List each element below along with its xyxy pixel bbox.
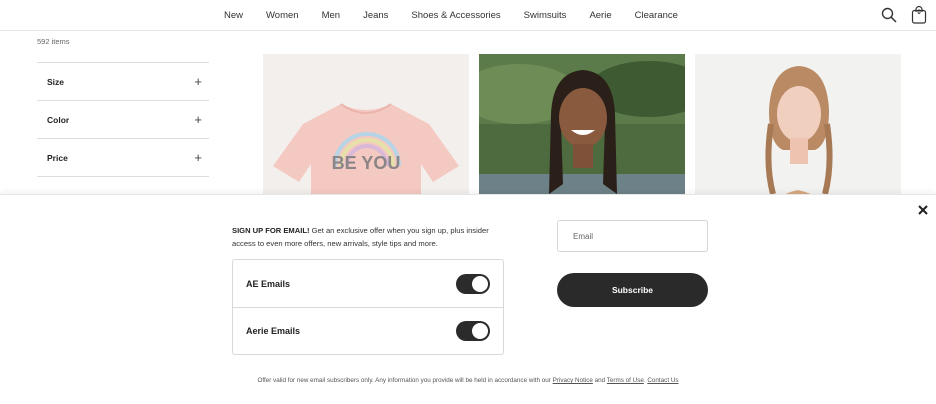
nav-item-women[interactable]: Women xyxy=(266,10,299,21)
email-signup-overlay: SIGN UP FOR EMAIL! Get an exclusive offe… xyxy=(0,194,936,404)
close-icon[interactable] xyxy=(916,203,930,217)
nav-item-men[interactable]: Men xyxy=(322,10,340,21)
tee-print-text: BE YOU xyxy=(332,153,401,173)
top-navigation: New Women Men Jeans Shoes & Accessories … xyxy=(0,0,936,31)
nav-item-swimsuits[interactable]: Swimsuits xyxy=(524,10,567,21)
nav-item-new[interactable]: New xyxy=(224,10,243,21)
toggle-row-ae: AE Emails xyxy=(233,260,503,307)
subscribe-button[interactable]: Subscribe xyxy=(557,273,708,307)
signup-heading: SIGN UP FOR EMAIL! xyxy=(232,226,310,235)
nav-item-shoes-accessories[interactable]: Shoes & Accessories xyxy=(411,10,500,21)
nav-item-aerie[interactable]: Aerie xyxy=(589,10,611,21)
ae-emails-toggle[interactable] xyxy=(456,273,490,294)
nav-item-jeans[interactable]: Jeans xyxy=(363,10,388,21)
plus-icon: + xyxy=(194,150,202,165)
toggle-knob xyxy=(472,275,488,292)
legal-disclaimer: Offer valid for new email subscribers on… xyxy=(0,377,936,384)
shopping-bag-icon[interactable]: 0 xyxy=(910,6,928,24)
plus-icon: + xyxy=(194,74,202,89)
bag-count-badge: 0 xyxy=(917,10,921,16)
filter-color[interactable]: Color + xyxy=(37,101,209,139)
legal-text: Offer valid for new email subscribers on… xyxy=(257,377,553,384)
item-count: 592 items xyxy=(37,37,70,46)
plus-icon: + xyxy=(194,112,202,127)
filter-size[interactable]: Size + xyxy=(37,63,209,101)
nav-menu: New Women Men Jeans Shoes & Accessories … xyxy=(224,10,701,21)
search-icon[interactable] xyxy=(880,6,898,24)
signup-description: SIGN UP FOR EMAIL! Get an exclusive offe… xyxy=(232,225,507,250)
filter-label: Price xyxy=(47,152,68,163)
contact-us-link[interactable]: Contact Us xyxy=(647,377,678,384)
filter-price[interactable]: Price + xyxy=(37,139,209,177)
legal-and: and xyxy=(592,377,607,384)
filter-label: Color xyxy=(47,114,70,125)
toggle-label: Aerie Emails xyxy=(246,326,301,336)
toggle-label: AE Emails xyxy=(246,278,291,289)
terms-of-use-link[interactable]: Terms of Use xyxy=(607,377,644,384)
email-preferences: AE Emails Aerie Emails xyxy=(232,259,504,355)
aerie-emails-toggle[interactable] xyxy=(456,321,490,341)
toggle-knob xyxy=(472,323,488,339)
filter-sidebar: 592 items Size + Color + Price + xyxy=(37,31,209,177)
nav-item-clearance[interactable]: Clearance xyxy=(635,10,678,21)
privacy-notice-link[interactable]: Privacy Notice xyxy=(553,377,593,384)
filter-label: Size xyxy=(47,76,65,87)
nav-icons: 0 xyxy=(880,6,928,24)
filter-list: Size + Color + Price + xyxy=(37,62,209,177)
toggle-row-aerie: Aerie Emails xyxy=(233,307,503,354)
email-input[interactable] xyxy=(557,220,708,252)
